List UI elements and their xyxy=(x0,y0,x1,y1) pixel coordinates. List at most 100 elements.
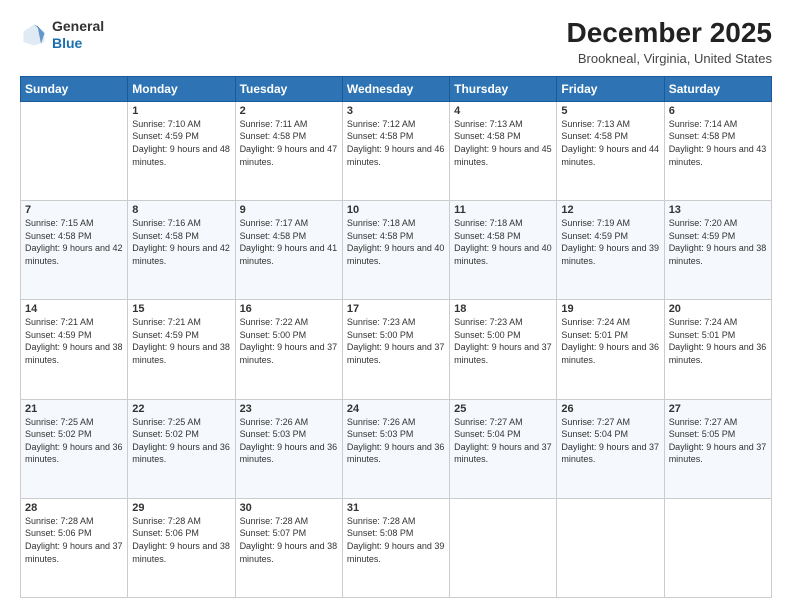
calendar-cell: 1Sunrise: 7:10 AMSunset: 4:59 PMDaylight… xyxy=(128,101,235,200)
calendar-cell: 28Sunrise: 7:28 AMSunset: 5:06 PMDayligh… xyxy=(21,498,128,597)
day-info: Sunrise: 7:14 AMSunset: 4:58 PMDaylight:… xyxy=(669,118,767,168)
day-number: 7 xyxy=(25,204,123,216)
calendar-header-sunday: Sunday xyxy=(21,76,128,101)
calendar-cell: 17Sunrise: 7:23 AMSunset: 5:00 PMDayligh… xyxy=(342,300,449,399)
calendar-cell: 24Sunrise: 7:26 AMSunset: 5:03 PMDayligh… xyxy=(342,399,449,498)
day-info: Sunrise: 7:23 AMSunset: 5:00 PMDaylight:… xyxy=(347,316,445,366)
day-info: Sunrise: 7:18 AMSunset: 4:58 PMDaylight:… xyxy=(347,217,445,267)
logo-general-text: General xyxy=(52,18,104,34)
calendar-header-saturday: Saturday xyxy=(664,76,771,101)
logo: General Blue xyxy=(20,18,104,52)
calendar-cell xyxy=(21,101,128,200)
calendar-cell: 14Sunrise: 7:21 AMSunset: 4:59 PMDayligh… xyxy=(21,300,128,399)
day-info: Sunrise: 7:20 AMSunset: 4:59 PMDaylight:… xyxy=(669,217,767,267)
calendar-cell: 5Sunrise: 7:13 AMSunset: 4:58 PMDaylight… xyxy=(557,101,664,200)
day-info: Sunrise: 7:11 AMSunset: 4:58 PMDaylight:… xyxy=(240,118,338,168)
day-info: Sunrise: 7:24 AMSunset: 5:01 PMDaylight:… xyxy=(561,316,659,366)
calendar-cell: 3Sunrise: 7:12 AMSunset: 4:58 PMDaylight… xyxy=(342,101,449,200)
page: General Blue December 2025 Brookneal, Vi… xyxy=(0,0,792,612)
day-number: 21 xyxy=(25,403,123,415)
day-number: 9 xyxy=(240,204,338,216)
day-info: Sunrise: 7:28 AMSunset: 5:08 PMDaylight:… xyxy=(347,515,445,565)
day-number: 28 xyxy=(25,502,123,514)
day-number: 17 xyxy=(347,303,445,315)
calendar-cell: 31Sunrise: 7:28 AMSunset: 5:08 PMDayligh… xyxy=(342,498,449,597)
location: Brookneal, Virginia, United States xyxy=(567,51,772,66)
calendar-table: SundayMondayTuesdayWednesdayThursdayFrid… xyxy=(20,76,772,598)
day-number: 4 xyxy=(454,105,552,117)
calendar-week-row: 14Sunrise: 7:21 AMSunset: 4:59 PMDayligh… xyxy=(21,300,772,399)
calendar-header-thursday: Thursday xyxy=(450,76,557,101)
day-info: Sunrise: 7:23 AMSunset: 5:00 PMDaylight:… xyxy=(454,316,552,366)
day-number: 19 xyxy=(561,303,659,315)
calendar-header-wednesday: Wednesday xyxy=(342,76,449,101)
day-number: 24 xyxy=(347,403,445,415)
day-number: 26 xyxy=(561,403,659,415)
day-number: 27 xyxy=(669,403,767,415)
calendar-cell: 2Sunrise: 7:11 AMSunset: 4:58 PMDaylight… xyxy=(235,101,342,200)
calendar-cell: 16Sunrise: 7:22 AMSunset: 5:00 PMDayligh… xyxy=(235,300,342,399)
day-info: Sunrise: 7:26 AMSunset: 5:03 PMDaylight:… xyxy=(240,416,338,466)
day-number: 23 xyxy=(240,403,338,415)
day-number: 1 xyxy=(132,105,230,117)
month-title: December 2025 xyxy=(567,18,772,49)
calendar-week-row: 28Sunrise: 7:28 AMSunset: 5:06 PMDayligh… xyxy=(21,498,772,597)
day-number: 25 xyxy=(454,403,552,415)
day-number: 29 xyxy=(132,502,230,514)
day-info: Sunrise: 7:28 AMSunset: 5:06 PMDaylight:… xyxy=(132,515,230,565)
day-number: 10 xyxy=(347,204,445,216)
calendar-cell xyxy=(664,498,771,597)
calendar-cell: 26Sunrise: 7:27 AMSunset: 5:04 PMDayligh… xyxy=(557,399,664,498)
calendar-cell xyxy=(450,498,557,597)
day-info: Sunrise: 7:10 AMSunset: 4:59 PMDaylight:… xyxy=(132,118,230,168)
title-block: December 2025 Brookneal, Virginia, Unite… xyxy=(567,18,772,66)
calendar-cell: 4Sunrise: 7:13 AMSunset: 4:58 PMDaylight… xyxy=(450,101,557,200)
calendar-header-monday: Monday xyxy=(128,76,235,101)
day-info: Sunrise: 7:21 AMSunset: 4:59 PMDaylight:… xyxy=(25,316,123,366)
day-number: 5 xyxy=(561,105,659,117)
day-number: 16 xyxy=(240,303,338,315)
calendar-header-friday: Friday xyxy=(557,76,664,101)
calendar-cell: 18Sunrise: 7:23 AMSunset: 5:00 PMDayligh… xyxy=(450,300,557,399)
calendar-cell: 23Sunrise: 7:26 AMSunset: 5:03 PMDayligh… xyxy=(235,399,342,498)
calendar-cell: 7Sunrise: 7:15 AMSunset: 4:58 PMDaylight… xyxy=(21,201,128,300)
calendar-cell: 13Sunrise: 7:20 AMSunset: 4:59 PMDayligh… xyxy=(664,201,771,300)
calendar-cell: 29Sunrise: 7:28 AMSunset: 5:06 PMDayligh… xyxy=(128,498,235,597)
day-number: 15 xyxy=(132,303,230,315)
day-info: Sunrise: 7:21 AMSunset: 4:59 PMDaylight:… xyxy=(132,316,230,366)
day-info: Sunrise: 7:19 AMSunset: 4:59 PMDaylight:… xyxy=(561,217,659,267)
day-info: Sunrise: 7:28 AMSunset: 5:06 PMDaylight:… xyxy=(25,515,123,565)
calendar-week-row: 7Sunrise: 7:15 AMSunset: 4:58 PMDaylight… xyxy=(21,201,772,300)
day-info: Sunrise: 7:25 AMSunset: 5:02 PMDaylight:… xyxy=(132,416,230,466)
day-info: Sunrise: 7:24 AMSunset: 5:01 PMDaylight:… xyxy=(669,316,767,366)
day-info: Sunrise: 7:27 AMSunset: 5:04 PMDaylight:… xyxy=(561,416,659,466)
day-number: 30 xyxy=(240,502,338,514)
calendar-week-row: 1Sunrise: 7:10 AMSunset: 4:59 PMDaylight… xyxy=(21,101,772,200)
calendar-cell: 30Sunrise: 7:28 AMSunset: 5:07 PMDayligh… xyxy=(235,498,342,597)
calendar-cell: 22Sunrise: 7:25 AMSunset: 5:02 PMDayligh… xyxy=(128,399,235,498)
calendar-cell: 9Sunrise: 7:17 AMSunset: 4:58 PMDaylight… xyxy=(235,201,342,300)
day-number: 18 xyxy=(454,303,552,315)
calendar-week-row: 21Sunrise: 7:25 AMSunset: 5:02 PMDayligh… xyxy=(21,399,772,498)
calendar-cell: 11Sunrise: 7:18 AMSunset: 4:58 PMDayligh… xyxy=(450,201,557,300)
day-info: Sunrise: 7:27 AMSunset: 5:05 PMDaylight:… xyxy=(669,416,767,466)
day-info: Sunrise: 7:15 AMSunset: 4:58 PMDaylight:… xyxy=(25,217,123,267)
day-info: Sunrise: 7:13 AMSunset: 4:58 PMDaylight:… xyxy=(454,118,552,168)
day-info: Sunrise: 7:17 AMSunset: 4:58 PMDaylight:… xyxy=(240,217,338,267)
logo-icon xyxy=(20,21,48,49)
day-number: 12 xyxy=(561,204,659,216)
calendar-cell xyxy=(557,498,664,597)
day-info: Sunrise: 7:22 AMSunset: 5:00 PMDaylight:… xyxy=(240,316,338,366)
calendar-cell: 21Sunrise: 7:25 AMSunset: 5:02 PMDayligh… xyxy=(21,399,128,498)
day-number: 6 xyxy=(669,105,767,117)
calendar-cell: 15Sunrise: 7:21 AMSunset: 4:59 PMDayligh… xyxy=(128,300,235,399)
calendar-cell: 25Sunrise: 7:27 AMSunset: 5:04 PMDayligh… xyxy=(450,399,557,498)
calendar-cell: 6Sunrise: 7:14 AMSunset: 4:58 PMDaylight… xyxy=(664,101,771,200)
calendar-cell: 12Sunrise: 7:19 AMSunset: 4:59 PMDayligh… xyxy=(557,201,664,300)
day-info: Sunrise: 7:13 AMSunset: 4:58 PMDaylight:… xyxy=(561,118,659,168)
day-info: Sunrise: 7:25 AMSunset: 5:02 PMDaylight:… xyxy=(25,416,123,466)
day-number: 20 xyxy=(669,303,767,315)
day-info: Sunrise: 7:16 AMSunset: 4:58 PMDaylight:… xyxy=(132,217,230,267)
day-info: Sunrise: 7:28 AMSunset: 5:07 PMDaylight:… xyxy=(240,515,338,565)
calendar-header-tuesday: Tuesday xyxy=(235,76,342,101)
